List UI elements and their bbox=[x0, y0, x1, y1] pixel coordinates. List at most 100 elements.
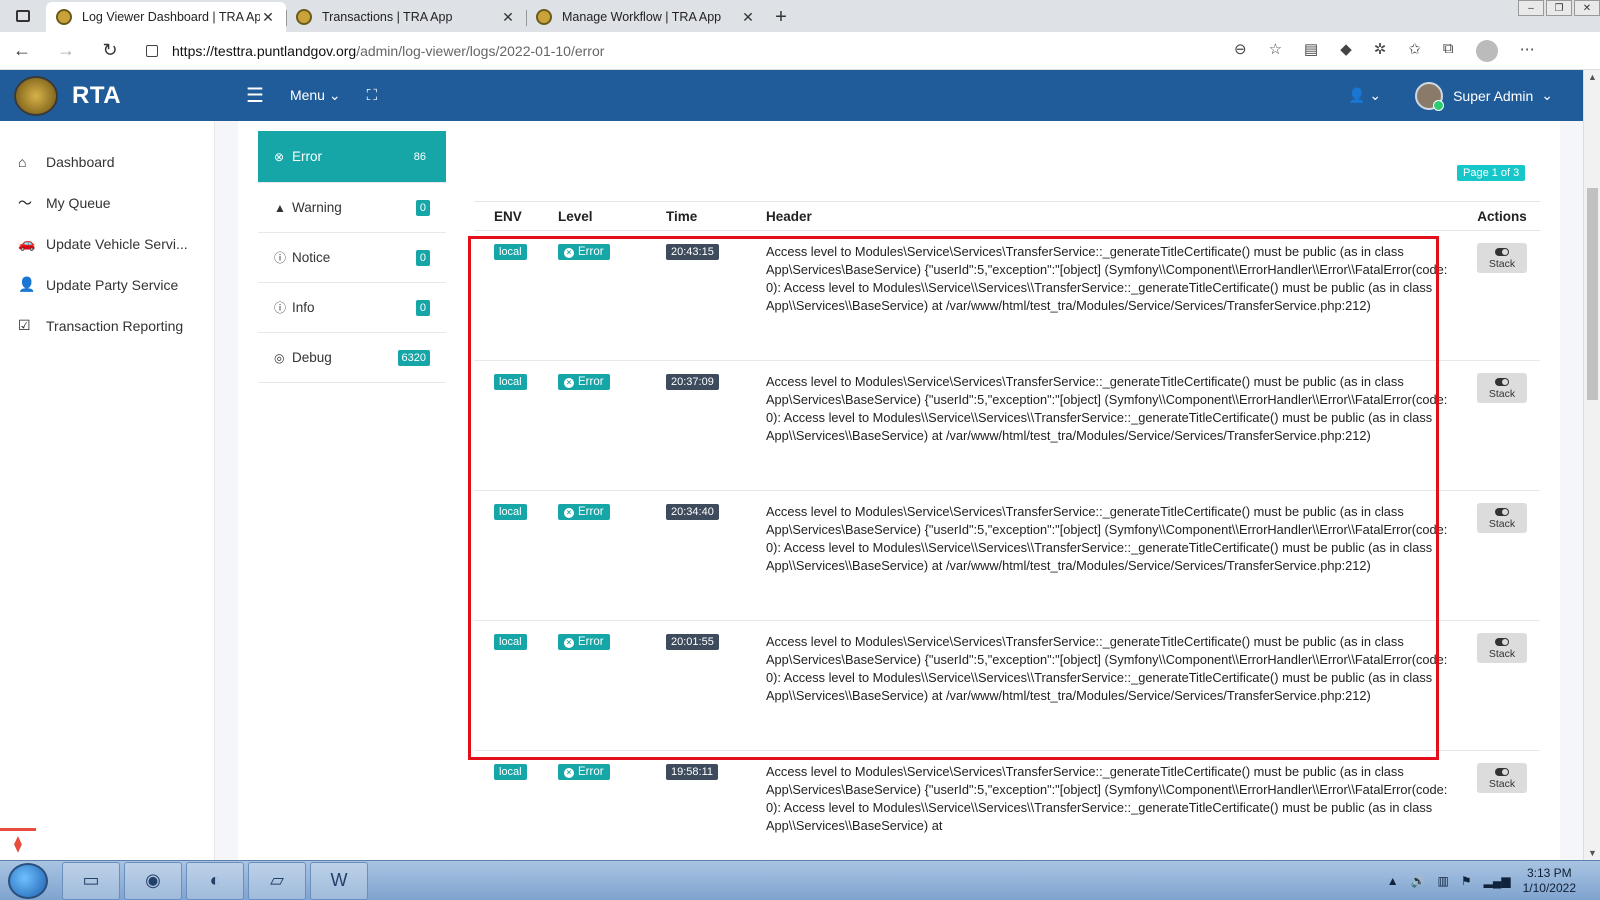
browser-menu-icon[interactable]: ⋯ bbox=[1520, 40, 1535, 62]
sidebar-item-label: Update Party Service bbox=[46, 276, 179, 293]
volume-icon[interactable]: 🔊 bbox=[1411, 874, 1426, 888]
level-filter-warning[interactable]: ▲ Warning 0 bbox=[258, 183, 446, 233]
edge-icon[interactable]: ◐ bbox=[186, 861, 244, 900]
log-header-text: Access level to Modules\Service\Services… bbox=[766, 244, 1451, 313]
avatar[interactable] bbox=[1415, 81, 1445, 111]
new-tab-button[interactable]: + bbox=[766, 2, 796, 32]
level-label: Notice bbox=[292, 250, 331, 265]
tab-actions-icon[interactable] bbox=[0, 0, 46, 32]
column-header-level[interactable]: Level bbox=[558, 209, 666, 224]
column-header-time[interactable]: Time bbox=[666, 209, 766, 224]
scrollbar-thumb[interactable] bbox=[1587, 188, 1598, 400]
stack-label: Stack bbox=[1488, 258, 1516, 270]
address-bar[interactable]: https://testtra.puntlandgov.org/admin/lo… bbox=[136, 35, 1226, 66]
menu-label: Menu bbox=[289, 87, 325, 103]
level-badge-label: Error bbox=[578, 376, 604, 388]
tra-favicon-icon bbox=[296, 9, 312, 25]
network-icon[interactable]: ▥ bbox=[1438, 874, 1449, 888]
action-center-icon[interactable]: ⚑ bbox=[1461, 874, 1472, 888]
sidebar-item-transaction-reporting[interactable]: ☑ Transaction Reporting bbox=[0, 305, 214, 346]
stack-toggle-button[interactable]: Stack bbox=[1477, 503, 1527, 533]
sidebar-item-update-party-service[interactable]: 👤 Update Party Service bbox=[0, 264, 214, 305]
times-circle-icon: × bbox=[564, 248, 574, 258]
page-scrollbar[interactable]: ▲ ▼ bbox=[1583, 70, 1600, 860]
level-label: Error bbox=[292, 149, 322, 164]
menu-dropdown[interactable]: Menu ⌄ bbox=[290, 87, 341, 104]
file-explorer-icon[interactable]: ▭ bbox=[62, 861, 120, 900]
level-badge-label: Error bbox=[578, 636, 604, 648]
info-circle-icon: ⓘ bbox=[274, 251, 287, 265]
word-icon[interactable]: W bbox=[310, 861, 368, 900]
table-row: local × Error 20:01:55 Access level to Mo… bbox=[474, 621, 1540, 751]
stack-label: Stack bbox=[1488, 518, 1516, 530]
log-table: ENV Level Time Header Actions local × Err… bbox=[474, 201, 1540, 881]
reading-list-icon[interactable]: ▤ bbox=[1304, 40, 1318, 62]
table-row: local × Error 20:37:09 Access level to Mo… bbox=[474, 361, 1540, 491]
stack-toggle-button[interactable]: Stack bbox=[1477, 373, 1527, 403]
level-filter-error[interactable]: ⊗ Error 86 bbox=[258, 131, 446, 183]
close-tab-icon[interactable]: ✕ bbox=[740, 9, 756, 26]
column-header-env[interactable]: ENV bbox=[474, 209, 558, 224]
close-tab-icon[interactable]: ✕ bbox=[500, 9, 516, 26]
sidebar-item-dashboard[interactable]: ⌂ Dashboard bbox=[0, 141, 214, 182]
collections-icon[interactable]: ⧉ bbox=[1443, 40, 1454, 62]
shield-extension-icon[interactable]: ◆ bbox=[1340, 40, 1352, 62]
level-badge-label: Error bbox=[578, 766, 604, 778]
table-header: ENV Level Time Header Actions bbox=[474, 201, 1540, 231]
user-name[interactable]: Super Admin bbox=[1453, 88, 1533, 104]
toggle-icon bbox=[1495, 638, 1509, 646]
column-header-header[interactable]: Header bbox=[766, 209, 1464, 224]
sidebar: ⌂ Dashboard 〜 My Queue 🚗 Update Vehicle … bbox=[0, 121, 215, 860]
signal-icon[interactable]: ▂▄▆ bbox=[1484, 874, 1511, 888]
taskbar-clock[interactable]: 3:13 PM 1/10/2022 bbox=[1523, 866, 1576, 896]
restore-icon[interactable]: ❐ bbox=[1546, 0, 1572, 16]
close-window-icon[interactable]: ✕ bbox=[1574, 0, 1600, 16]
sidebar-item-update-vehicle-service[interactable]: 🚗 Update Vehicle Servi... bbox=[0, 223, 214, 264]
stack-toggle-button[interactable]: Stack bbox=[1477, 763, 1527, 793]
level-filter-info[interactable]: ⓘ Info 0 bbox=[258, 283, 446, 333]
stack-toggle-button[interactable]: Stack bbox=[1477, 633, 1527, 663]
level-filter-notice[interactable]: ⓘ Notice 0 bbox=[258, 233, 446, 283]
sidebar-item-my-queue[interactable]: 〜 My Queue bbox=[0, 182, 214, 223]
level-count: 0 bbox=[415, 199, 430, 216]
time-badge: 19:58:11 bbox=[666, 764, 719, 780]
env-badge: local bbox=[494, 374, 527, 390]
favorites-icon[interactable]: ✩ bbox=[1408, 40, 1421, 62]
lock-icon[interactable] bbox=[146, 44, 158, 57]
scroll-down-icon[interactable]: ▼ bbox=[1588, 848, 1597, 858]
forward-arrow-icon[interactable]: → bbox=[44, 40, 88, 61]
extensions-icon[interactable]: ✲ bbox=[1374, 40, 1387, 62]
brand[interactable]: RTA bbox=[0, 75, 240, 116]
add-favorite-icon[interactable]: ☆ bbox=[1269, 40, 1282, 62]
times-circle-icon: × bbox=[564, 638, 574, 648]
chevron-down-icon[interactable]: ⌄ bbox=[1541, 87, 1553, 104]
reload-icon[interactable]: ↻ bbox=[88, 40, 132, 61]
close-tab-icon[interactable]: ✕ bbox=[260, 9, 276, 26]
minimize-icon[interactable]: – bbox=[1518, 0, 1544, 16]
browser-tab-manage-workflow[interactable]: Manage Workflow | TRA App ✕ bbox=[526, 2, 766, 32]
back-arrow-icon[interactable]: ← bbox=[0, 40, 44, 61]
stack-label: Stack bbox=[1488, 778, 1516, 790]
info-circle-icon: ⓘ bbox=[274, 301, 287, 315]
warning-icon: ▲ bbox=[274, 200, 286, 215]
scroll-up-icon[interactable]: ▲ bbox=[1588, 72, 1597, 82]
env-badge: local bbox=[494, 244, 527, 260]
chrome-icon[interactable]: ◉ bbox=[124, 861, 182, 900]
browser-tab-transactions[interactable]: Transactions | TRA App ✕ bbox=[286, 2, 526, 32]
toggle-icon bbox=[1495, 378, 1509, 386]
hamburger-menu-icon[interactable]: ☰ bbox=[246, 83, 264, 108]
zoom-out-icon[interactable]: ⊖ bbox=[1234, 40, 1247, 62]
user-menu-icon[interactable]: 👤 ⌄ bbox=[1348, 87, 1381, 104]
windows-start-button[interactable] bbox=[8, 862, 48, 899]
notepad-icon[interactable]: ▱ bbox=[248, 861, 306, 900]
browser-profile-icon[interactable] bbox=[1475, 39, 1498, 62]
level-badge: × Error bbox=[558, 764, 610, 780]
level-filter-debug[interactable]: ◎ Debug 6320 bbox=[258, 333, 446, 383]
stack-label: Stack bbox=[1488, 388, 1516, 400]
level-count: 0 bbox=[415, 299, 430, 316]
stack-toggle-button[interactable]: Stack bbox=[1477, 243, 1527, 273]
show-hidden-icons-icon[interactable]: ▲ bbox=[1387, 874, 1399, 888]
tra-favicon-icon bbox=[56, 9, 72, 25]
browser-tab-log-viewer[interactable]: Log Viewer Dashboard | TRA App ✕ bbox=[46, 2, 286, 32]
fullscreen-icon[interactable]: ⛶ bbox=[367, 87, 378, 104]
